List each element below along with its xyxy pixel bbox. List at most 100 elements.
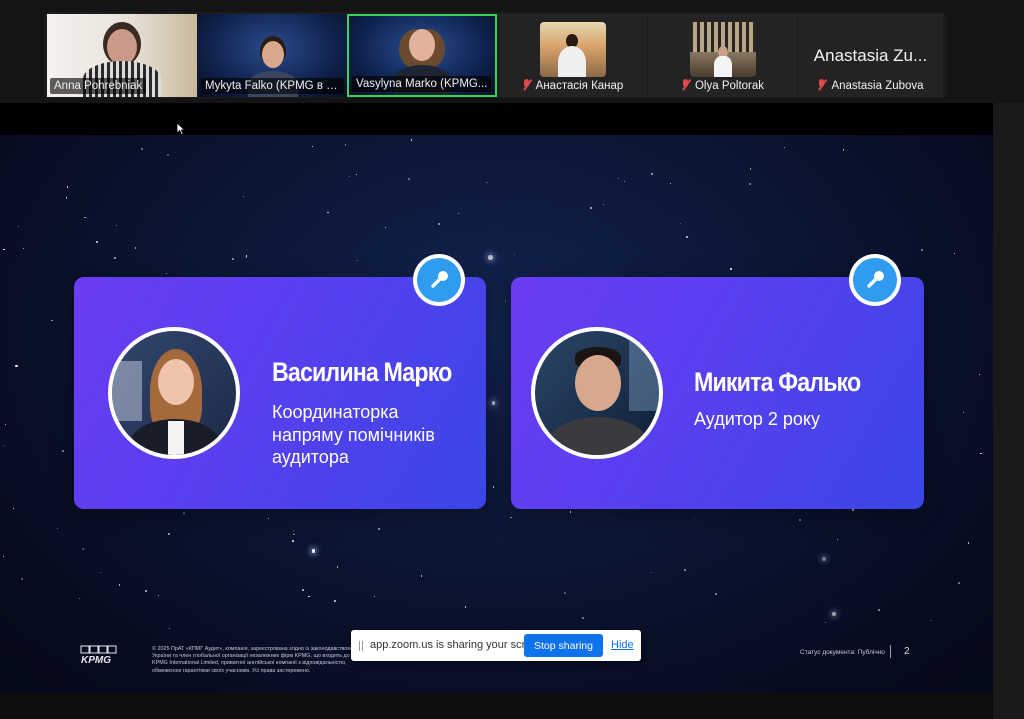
participant-tile-vasylyna-marko[interactable]: Vasylyna Marko (KPMG... bbox=[347, 14, 497, 97]
participant-name: Mykyta Falko (KPMG в У... bbox=[201, 78, 344, 94]
star bbox=[62, 450, 64, 452]
star bbox=[929, 619, 931, 621]
star bbox=[66, 186, 68, 188]
star bbox=[831, 611, 837, 617]
kpmg-logo: KPMG bbox=[80, 645, 120, 666]
mic-muted-icon bbox=[522, 79, 531, 90]
star bbox=[349, 175, 351, 177]
star bbox=[686, 235, 688, 238]
shared-screen-bottom-bar bbox=[0, 693, 993, 719]
star bbox=[2, 555, 4, 557]
star bbox=[95, 241, 98, 244]
star bbox=[116, 224, 118, 226]
microphone-badge bbox=[849, 254, 901, 306]
participant-tile-anastasia-zubova[interactable]: Anastasia Zu... Anastasia Zubova bbox=[798, 14, 943, 97]
right-edge bbox=[993, 103, 1024, 719]
drag-handle-icon[interactable] bbox=[359, 641, 363, 651]
star bbox=[385, 226, 386, 228]
speaker-card-vasylyna-marko: Василина Марко Координаторка напряму пом… bbox=[74, 277, 486, 509]
participant-tile-mykyta-falko[interactable]: Mykyta Falko (KPMG в У... bbox=[198, 14, 347, 97]
star bbox=[292, 539, 295, 542]
screen-share-banner[interactable]: app.zoom.us is sharing your screen. Stop… bbox=[351, 630, 641, 661]
participant-tile-olya-poltorak[interactable]: Olya Poltorak bbox=[648, 14, 797, 97]
star bbox=[15, 364, 18, 368]
star bbox=[3, 444, 6, 447]
star bbox=[650, 571, 653, 574]
star bbox=[168, 532, 171, 535]
star bbox=[119, 584, 121, 586]
star bbox=[680, 223, 682, 225]
star bbox=[327, 211, 329, 214]
speaker-photo bbox=[531, 327, 663, 459]
star bbox=[564, 591, 567, 594]
participant-name: Olya Poltorak bbox=[694, 80, 765, 92]
star bbox=[842, 149, 845, 152]
star bbox=[311, 145, 314, 148]
star bbox=[57, 527, 59, 530]
page-number: 2 bbox=[904, 646, 910, 657]
participant-tile-anna-pohrebniak[interactable]: Anna Pohrebniak bbox=[47, 14, 197, 97]
star bbox=[967, 542, 969, 544]
star bbox=[17, 226, 19, 228]
mic-muted-icon bbox=[817, 79, 826, 90]
star bbox=[491, 401, 496, 405]
speaker-photo bbox=[108, 327, 240, 459]
stop-sharing-button[interactable]: Stop sharing bbox=[524, 634, 603, 657]
speaker-name: Микита Фалько bbox=[694, 367, 861, 397]
star bbox=[308, 596, 310, 598]
star bbox=[510, 516, 512, 519]
star bbox=[437, 223, 440, 226]
star bbox=[683, 568, 686, 571]
star bbox=[144, 589, 147, 592]
star bbox=[504, 300, 507, 302]
star bbox=[23, 248, 24, 250]
star bbox=[157, 595, 159, 597]
star bbox=[292, 533, 295, 536]
star bbox=[465, 606, 467, 608]
star bbox=[458, 213, 459, 215]
star bbox=[824, 622, 826, 624]
star bbox=[729, 268, 732, 271]
speaker-card-mykyta-falko: Микита Фалько Аудитор 2 року bbox=[511, 277, 924, 509]
participant-name: Anastasia Zubova bbox=[831, 80, 924, 92]
star bbox=[84, 216, 86, 219]
shared-screen-top-bar bbox=[0, 103, 993, 135]
star bbox=[232, 258, 234, 260]
star bbox=[21, 578, 23, 580]
footer-divider bbox=[890, 645, 891, 658]
shared-slide: Василина Марко Координаторка напряму пом… bbox=[0, 135, 993, 693]
star bbox=[3, 248, 6, 251]
microphone-icon bbox=[417, 258, 461, 302]
participant-name-row: Olya Poltorak bbox=[648, 77, 797, 94]
star bbox=[836, 539, 838, 541]
star bbox=[486, 181, 489, 184]
speaker-role: Координаторка напряму помічників аудитор… bbox=[272, 401, 435, 469]
star bbox=[798, 518, 801, 521]
star bbox=[851, 508, 854, 511]
star bbox=[51, 319, 53, 322]
star bbox=[410, 139, 412, 141]
hide-link[interactable]: Hide bbox=[611, 639, 634, 651]
star bbox=[65, 197, 68, 199]
star bbox=[336, 566, 339, 568]
star bbox=[100, 571, 102, 573]
star bbox=[582, 617, 585, 620]
speaker-role-line: Координаторка bbox=[272, 402, 399, 422]
star bbox=[5, 423, 6, 425]
star bbox=[749, 168, 751, 170]
star bbox=[589, 206, 592, 209]
star bbox=[245, 256, 247, 259]
star bbox=[334, 600, 337, 602]
star bbox=[783, 147, 785, 149]
star bbox=[488, 255, 493, 260]
participant-strip: Anna Pohrebniak Mykyta Falko (KPMG в У..… bbox=[44, 12, 946, 98]
participant-tile-anastasiia-kanar[interactable]: Анастасія Канар bbox=[498, 14, 647, 97]
star bbox=[569, 510, 572, 513]
star bbox=[877, 608, 880, 611]
star bbox=[12, 508, 14, 510]
participant-display-name: Anastasia Zu... bbox=[813, 46, 928, 65]
microphone-icon bbox=[853, 258, 897, 302]
star bbox=[953, 252, 955, 254]
microphone-badge bbox=[413, 254, 465, 306]
star bbox=[378, 528, 381, 531]
